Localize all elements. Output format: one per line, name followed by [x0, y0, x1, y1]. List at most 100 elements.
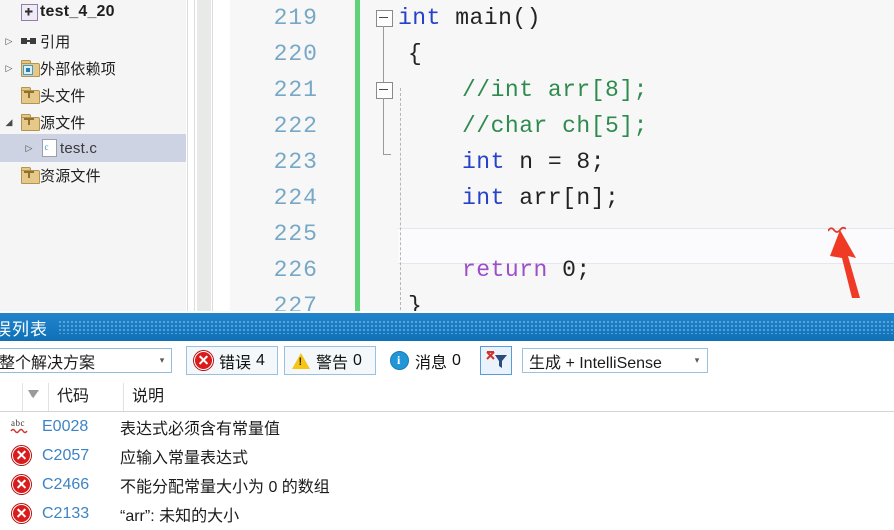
- messages-filter-button[interactable]: 消息 0: [382, 346, 474, 375]
- chevron-down-icon[interactable]: ◢: [0, 117, 18, 127]
- code-line: 226 return 0;: [230, 252, 894, 288]
- line-number: 222: [273, 113, 318, 139]
- warnings-filter-label: 警告: [316, 354, 349, 372]
- error-code: C2057: [42, 446, 90, 464]
- error-code: C2133: [42, 504, 90, 522]
- info-icon: [390, 351, 409, 370]
- errors-filter-label: 错误: [219, 354, 252, 372]
- errors-filter-button[interactable]: 错误 4: [186, 346, 278, 375]
- code-line: 225: [230, 216, 894, 252]
- scope-filter-dropdown[interactable]: 整个解决方案 ▾: [0, 348, 172, 373]
- clear-filter-button[interactable]: [480, 346, 512, 375]
- chevron-down-icon[interactable]: ▾: [153, 355, 171, 366]
- line-number: 225: [273, 221, 318, 247]
- tree-item-external-dependencies[interactable]: ▷ 外部依赖项: [0, 54, 186, 82]
- code-editor-pane[interactable]: 218 219 int main() 220 { 221 //int arr[8…: [230, 0, 894, 311]
- tree-item-label: 外部依赖项: [40, 60, 117, 78]
- chevron-right-icon[interactable]: ▷: [20, 143, 38, 153]
- code-line: 219 int main(): [230, 0, 894, 36]
- table-row[interactable]: abc E0028 表达式必须含有常量值: [0, 412, 894, 441]
- tree-item-source-files[interactable]: ◢ 源文件: [0, 108, 186, 136]
- code-text: int arr[n];: [462, 185, 620, 211]
- error-icon: [0, 475, 42, 494]
- error-icon: [0, 504, 42, 523]
- tree-item-label: 引用: [40, 33, 71, 51]
- column-header-code[interactable]: 代码: [48, 383, 123, 411]
- line-number: 226: [273, 257, 318, 283]
- error-icon: [0, 446, 42, 465]
- error-code: C2466: [42, 475, 90, 493]
- chevron-right-icon[interactable]: ▷: [0, 63, 18, 73]
- column-header-description[interactable]: 说明: [123, 383, 683, 411]
- error-list-toolbar: 整个解决方案 ▾ 错误 4 警告 0 消息 0: [0, 345, 894, 379]
- folder-external-icon: [18, 59, 40, 77]
- error-description: “arr”: 未知的大小: [120, 507, 240, 525]
- code-line: 220 {: [230, 36, 894, 72]
- folder-filter-icon: [18, 86, 40, 104]
- table-row[interactable]: C2057 应输入常量表达式: [0, 441, 894, 470]
- pane-divider: [186, 0, 230, 311]
- tree-item-label: 头文件: [40, 87, 86, 105]
- table-row[interactable]: C2133 “arr”: 未知的大小: [0, 499, 894, 528]
- code-text: }: [408, 293, 423, 311]
- folder-filter-icon: [18, 113, 40, 131]
- line-number: 224: [273, 185, 318, 211]
- error-list-panel: 误列表 整个解决方案 ▾ 错误 4 警告 0 消息 0: [0, 311, 894, 530]
- column-header-spacer: [0, 383, 22, 411]
- tree-item-project[interactable]: test_4_20: [0, 0, 186, 26]
- tree-item-references[interactable]: ▷ 引用: [0, 27, 186, 55]
- code-text: int n = 8;: [462, 149, 606, 175]
- titlebar-texture: [58, 320, 894, 334]
- error-description: 不能分配常量大小为 0 的数组: [120, 478, 330, 496]
- error-grid-header: 代码 说明: [0, 383, 894, 412]
- editor-vertical-scrollbar[interactable]: [197, 0, 211, 311]
- c-file-icon: [38, 139, 60, 157]
- code-line: 221 //int arr[8];: [230, 72, 894, 108]
- messages-filter-count: 0: [452, 351, 461, 369]
- build-filter-value: 生成 + IntelliSense: [529, 354, 662, 372]
- clear-filter-icon: [486, 351, 507, 368]
- build-filter-dropdown[interactable]: 生成 + IntelliSense ▾: [522, 348, 708, 373]
- tree-item-resource-files[interactable]: 资源文件: [0, 161, 186, 189]
- code-line: 223 int n = 8;: [230, 144, 894, 180]
- code-line: 224 int arr[n];: [230, 180, 894, 216]
- solution-explorer-panel: test_4_20 ▷ 引用 ▷ 外部依赖项 头文件 ◢ 源文件 ▷ c tes…: [0, 0, 186, 311]
- error-icon: [194, 351, 213, 370]
- code-line: 227 }: [230, 288, 894, 311]
- fold-toggle-icon[interactable]: [376, 10, 393, 27]
- line-number: 220: [273, 41, 318, 67]
- tree-item-test-c[interactable]: ▷ test.c: [0, 134, 186, 162]
- line-number: 223: [273, 149, 318, 175]
- intellisense-squiggle-icon: abc: [0, 418, 42, 436]
- error-description: 应输入常量表达式: [120, 449, 249, 467]
- chevron-down-icon[interactable]: ▾: [687, 355, 707, 366]
- messages-filter-label: 消息: [415, 354, 448, 372]
- line-number: 219: [273, 5, 318, 31]
- folder-filter-icon: [18, 166, 40, 184]
- column-header-severity[interactable]: [22, 383, 48, 411]
- code-text: return 0;: [462, 257, 591, 283]
- error-list-titlebar[interactable]: 误列表: [0, 313, 894, 341]
- chevron-right-icon[interactable]: ▷: [0, 36, 18, 46]
- tree-item-label: 资源文件: [40, 167, 101, 185]
- project-icon: [18, 3, 40, 21]
- tree-item-header-files[interactable]: 头文件: [0, 81, 186, 109]
- errors-filter-count: 4: [256, 351, 265, 369]
- fold-toggle-icon[interactable]: [376, 82, 393, 99]
- reference-icon: [18, 36, 40, 46]
- code-text: {: [408, 41, 423, 67]
- annotation-arrow-icon: [830, 230, 860, 298]
- table-row[interactable]: C2466 不能分配常量大小为 0 的数组: [0, 470, 894, 499]
- code-text: //int arr[8];: [462, 77, 648, 103]
- tree-item-label: test.c: [60, 139, 98, 157]
- error-code: E0028: [42, 417, 89, 435]
- error-description: 表达式必须含有常量值: [120, 420, 281, 438]
- warnings-filter-count: 0: [353, 351, 362, 369]
- code-text: //char ch[5];: [462, 113, 648, 139]
- error-rows-container: abc E0028 表达式必须含有常量值 C2057 应输入常量表达式 C246…: [0, 412, 894, 528]
- warnings-filter-button[interactable]: 警告 0: [284, 346, 376, 375]
- tree-item-label: test_4_20: [40, 3, 115, 20]
- scope-filter-value: 整个解决方案: [0, 354, 96, 372]
- line-number: 227: [273, 293, 318, 311]
- code-text: int main(): [398, 5, 542, 31]
